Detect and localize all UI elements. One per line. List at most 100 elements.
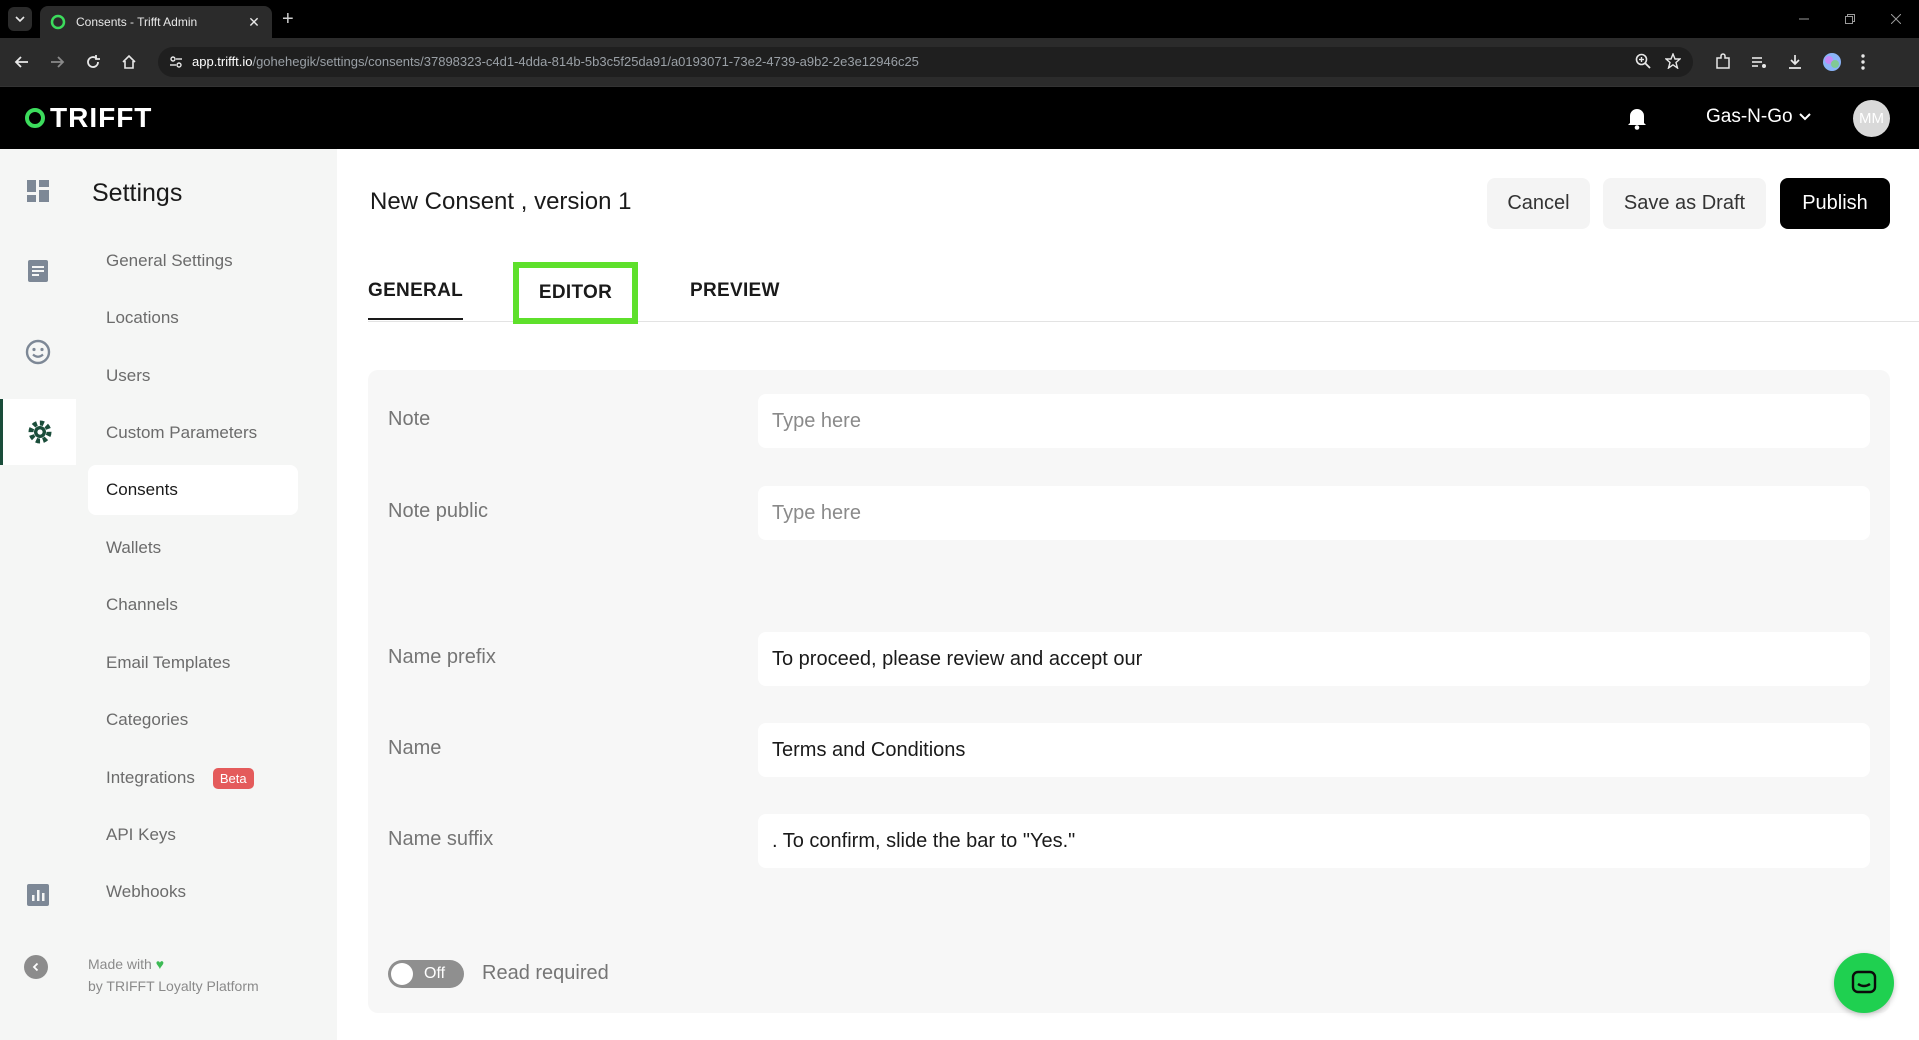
publish-button[interactable]: Publish bbox=[1780, 178, 1890, 229]
chevron-down-icon bbox=[1798, 113, 1811, 121]
name-label: Name bbox=[388, 737, 442, 759]
document-icon bbox=[28, 260, 48, 282]
rail-settings[interactable] bbox=[0, 399, 76, 465]
reload-button[interactable] bbox=[81, 50, 105, 74]
nav-wallets[interactable]: Wallets bbox=[88, 523, 298, 573]
save-draft-button[interactable]: Save as Draft bbox=[1603, 178, 1766, 229]
browser-tab-active[interactable]: Consents - Trifft Admin ✕ bbox=[40, 6, 272, 38]
org-name: Gas-N-Go bbox=[1706, 106, 1793, 127]
minimize-icon bbox=[1799, 18, 1809, 20]
settings-title: Settings bbox=[92, 179, 183, 207]
note-public-input[interactable] bbox=[758, 486, 1870, 540]
minimize-button[interactable] bbox=[1781, 0, 1827, 38]
bar-chart-icon bbox=[27, 884, 49, 906]
trifft-favicon-icon bbox=[50, 14, 66, 30]
heart-icon: ♥ bbox=[155, 956, 165, 972]
rail-reports[interactable] bbox=[0, 862, 76, 928]
nav-channels[interactable]: Channels bbox=[88, 580, 298, 630]
page-title: New Consent , version 1 bbox=[370, 188, 632, 215]
address-bar-actions bbox=[1635, 53, 1681, 69]
new-tab-button[interactable]: + bbox=[282, 9, 294, 29]
close-tab-icon[interactable]: ✕ bbox=[246, 14, 262, 31]
forward-button[interactable] bbox=[45, 50, 69, 74]
restore-button[interactable] bbox=[1827, 0, 1873, 38]
tab-general[interactable]: GENERAL bbox=[368, 280, 463, 320]
nav-integrations[interactable]: Integrations Beta bbox=[88, 753, 298, 803]
rail-content[interactable] bbox=[0, 238, 76, 304]
smiley-icon bbox=[25, 339, 51, 365]
cancel-button[interactable]: Cancel bbox=[1487, 178, 1590, 229]
home-button[interactable] bbox=[117, 50, 141, 74]
rail-dashboard[interactable] bbox=[0, 158, 76, 224]
restore-icon bbox=[1845, 14, 1855, 24]
trifft-ring-icon bbox=[25, 108, 45, 128]
back-button[interactable] bbox=[10, 50, 34, 74]
nav-integrations-label: Integrations bbox=[106, 768, 195, 787]
collapse-sidebar-button[interactable] bbox=[24, 955, 48, 979]
icon-rail bbox=[0, 149, 76, 1040]
tab-search-button[interactable] bbox=[8, 7, 32, 31]
name-prefix-input[interactable] bbox=[758, 632, 1870, 686]
org-switcher[interactable]: Gas-N-Go bbox=[1706, 106, 1811, 128]
arrow-right-icon bbox=[51, 56, 65, 68]
beta-badge: Beta bbox=[212, 767, 254, 789]
nav-general-settings[interactable]: General Settings bbox=[88, 236, 298, 286]
extensions-area bbox=[1714, 49, 1866, 75]
bell-icon bbox=[1628, 109, 1646, 130]
nav-categories[interactable]: Categories bbox=[88, 695, 298, 745]
bookmark-star-icon[interactable] bbox=[1665, 53, 1681, 69]
chat-icon bbox=[1851, 970, 1877, 994]
close-window-button[interactable] bbox=[1873, 0, 1919, 38]
note-input[interactable] bbox=[758, 394, 1870, 448]
window-controls bbox=[1781, 0, 1919, 38]
note-label: Note bbox=[388, 408, 431, 430]
site-info-icon[interactable] bbox=[168, 54, 184, 70]
more-vert-icon[interactable] bbox=[1860, 53, 1866, 71]
app-header: TRIFFT Gas-N-Go MM bbox=[0, 86, 1919, 149]
chat-support-button[interactable] bbox=[1834, 953, 1894, 1013]
home-icon bbox=[122, 54, 136, 69]
rail-customers[interactable] bbox=[0, 319, 76, 385]
dashboard-icon bbox=[27, 180, 49, 202]
settings-sidebar: Settings General Settings Locations User… bbox=[76, 149, 337, 1040]
notifications-button[interactable] bbox=[1626, 106, 1648, 135]
name-suffix-input[interactable] bbox=[758, 814, 1870, 868]
nav-locations[interactable]: Locations bbox=[88, 293, 298, 343]
profile-avatar-icon[interactable] bbox=[1822, 52, 1842, 72]
zoom-icon[interactable] bbox=[1635, 53, 1651, 69]
chevron-down-icon bbox=[15, 16, 25, 23]
nav-custom-parameters[interactable]: Custom Parameters bbox=[88, 408, 298, 458]
name-prefix-label: Name prefix bbox=[388, 646, 496, 668]
made-with-footer: Made with ♥ by TRIFFT Loyalty Platform bbox=[88, 956, 259, 994]
name-suffix-label: Name suffix bbox=[388, 828, 494, 850]
note-public-label: Note public bbox=[388, 500, 489, 522]
nav-webhooks[interactable]: Webhooks bbox=[88, 867, 298, 917]
toggle-knob bbox=[391, 963, 413, 985]
extensions-icon[interactable] bbox=[1714, 53, 1732, 71]
toggle-state: Off bbox=[424, 965, 446, 982]
address-bar[interactable]: app.trifft.io/gohehegik/settings/consent… bbox=[158, 47, 1693, 77]
user-avatar[interactable]: MM bbox=[1853, 100, 1890, 137]
nav-api-keys[interactable]: API Keys bbox=[88, 810, 298, 860]
reload-icon bbox=[87, 55, 100, 68]
tab-preview[interactable]: PREVIEW bbox=[690, 280, 780, 302]
download-icon[interactable] bbox=[1786, 53, 1804, 71]
arrow-left-icon bbox=[14, 56, 28, 68]
gear-icon bbox=[28, 420, 51, 444]
name-input[interactable] bbox=[758, 723, 1870, 777]
url-text: app.trifft.io/gohehegik/settings/consent… bbox=[192, 54, 919, 69]
chevron-left-icon bbox=[32, 962, 39, 972]
nav-consents[interactable]: Consents bbox=[88, 465, 298, 515]
consent-tabs: GENERAL EDITOR PREVIEW bbox=[368, 262, 1919, 324]
nav-email-templates[interactable]: Email Templates bbox=[88, 638, 298, 688]
browser-tabstrip: Consents - Trifft Admin ✕ + bbox=[0, 0, 1919, 38]
read-required-label: Read required bbox=[482, 962, 609, 984]
read-required-toggle[interactable]: Off bbox=[388, 960, 464, 988]
tab-editor[interactable]: EDITOR bbox=[513, 262, 638, 324]
media-control-icon[interactable] bbox=[1750, 53, 1768, 71]
close-icon bbox=[1891, 14, 1901, 24]
browser-tab-title: Consents - Trifft Admin bbox=[76, 15, 198, 29]
nav-users[interactable]: Users bbox=[88, 351, 298, 401]
consent-form-card: Note Note public Name prefix Name Name s… bbox=[368, 370, 1890, 1013]
trifft-logo[interactable]: TRIFFT bbox=[24, 104, 152, 132]
